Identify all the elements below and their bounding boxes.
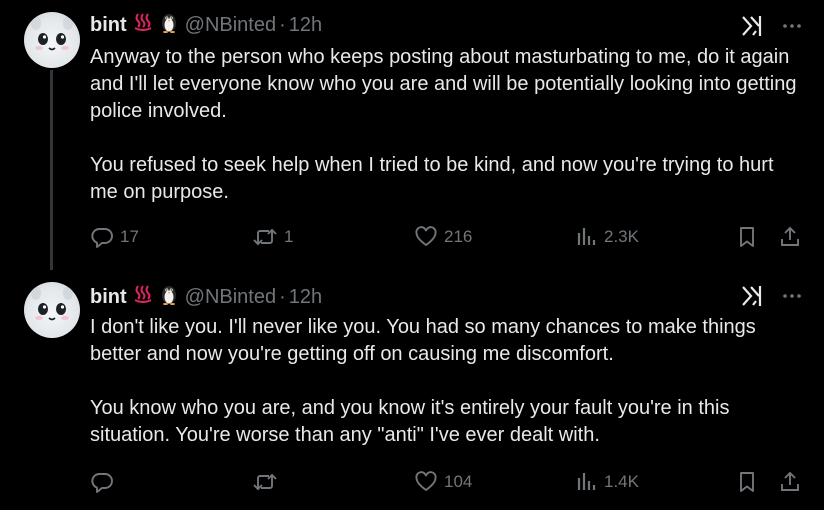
tweet-text: I don't like you. I'll never like you. Y…	[90, 314, 802, 449]
tweet-paragraph: Anyway to the person who keeps posting a…	[90, 46, 797, 122]
author-handle[interactable]: @NBinted	[185, 14, 276, 37]
views-button[interactable]: 2.3K	[576, 225, 639, 249]
separator-dot: ·	[279, 13, 286, 36]
avatar[interactable]	[24, 282, 80, 338]
tweet-text: Anyway to the person who keeps posting a…	[90, 44, 802, 206]
reply-button[interactable]: 17	[90, 225, 139, 249]
share-button[interactable]	[778, 225, 802, 249]
author-name[interactable]: bint	[90, 14, 127, 37]
avatar[interactable]	[24, 12, 80, 68]
repost-icon	[252, 225, 278, 249]
author-handle[interactable]: @NBinted	[185, 286, 276, 309]
grok-icon[interactable]	[740, 284, 764, 313]
hot-springs-emoji-icon	[133, 284, 153, 310]
author-name[interactable]: bint	[90, 286, 127, 309]
tweet-top-actions	[740, 14, 802, 43]
heart-icon	[414, 470, 438, 494]
heart-icon	[414, 225, 438, 249]
like-button[interactable]: 216	[414, 225, 472, 249]
reply-count: 17	[120, 227, 139, 246]
repost-button[interactable]	[252, 470, 284, 494]
views-button[interactable]: 1.4K	[576, 470, 639, 494]
share-icon	[778, 225, 802, 249]
hot-springs-emoji-icon	[133, 12, 153, 38]
share-button[interactable]	[778, 470, 802, 494]
like-count: 104	[444, 472, 473, 491]
repost-count: 1	[284, 227, 294, 246]
separator-dot: ·	[279, 285, 286, 308]
tweet-header: bint @NBinted · 12h	[90, 284, 322, 310]
timestamp[interactable]: 12h	[289, 14, 322, 37]
tweet-top-actions	[740, 284, 802, 313]
tweet-action-bar: 17 1 216 2.3K	[90, 225, 802, 253]
views-count: 2.3K	[604, 227, 639, 246]
penguin-emoji-icon	[159, 11, 179, 39]
tweet-paragraph: You know who you are, and you know it's …	[90, 397, 730, 446]
views-count: 1.4K	[604, 472, 639, 491]
more-options-icon[interactable]	[782, 16, 802, 41]
share-icon	[778, 470, 802, 494]
tweet-2[interactable]: bint @NBinted · 12h I don't like you. I'…	[0, 270, 824, 510]
bookmark-button[interactable]	[736, 470, 758, 494]
reply-icon	[90, 470, 114, 494]
reply-button[interactable]	[90, 470, 120, 494]
bookmark-icon	[736, 470, 758, 494]
views-icon	[576, 225, 598, 249]
tweet-header: bint @NBinted · 12h	[90, 12, 322, 38]
repost-button[interactable]: 1	[252, 225, 293, 249]
more-options-icon[interactable]	[782, 286, 802, 311]
bookmark-icon	[736, 225, 758, 249]
tweet-paragraph: You refused to seek help when I tried to…	[90, 154, 774, 203]
like-count: 216	[444, 227, 473, 246]
tweet-1[interactable]: bint @NBinted · 12h Anyway to the person…	[0, 0, 824, 270]
bookmark-button[interactable]	[736, 225, 758, 249]
reply-icon	[90, 225, 114, 249]
tweet-paragraph: I don't like you. I'll never like you. Y…	[90, 316, 756, 365]
views-icon	[576, 470, 598, 494]
tweet-action-bar: 104 1.4K	[90, 470, 802, 498]
penguin-emoji-icon	[159, 283, 179, 311]
like-button[interactable]: 104	[414, 470, 472, 494]
timestamp[interactable]: 12h	[289, 286, 322, 309]
repost-icon	[252, 470, 278, 494]
thread-line	[50, 70, 53, 270]
grok-icon[interactable]	[740, 14, 764, 43]
